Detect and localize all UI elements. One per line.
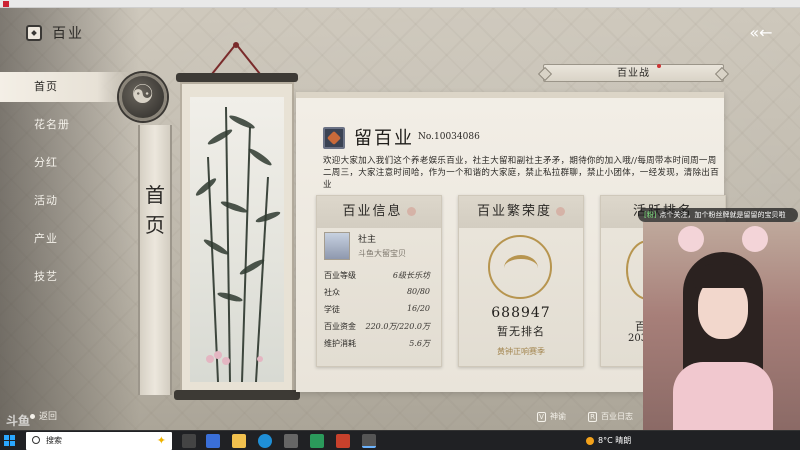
window-titlebar (0, 0, 800, 8)
leader-name: 斗鱼大留宝贝 (358, 249, 406, 258)
stat-row: 百业等级 6级长乐坊 (324, 270, 430, 284)
return-icon (30, 414, 35, 419)
back-button[interactable]: «← (748, 24, 774, 42)
notification-dot (657, 64, 661, 68)
edge-browser-icon[interactable] (258, 434, 272, 448)
banner-text: 点个关注，加个粉丝牌就是留留的宝贝啦 (659, 211, 786, 219)
keycap-v: V (537, 412, 546, 422)
task-view-icon[interactable] (182, 434, 196, 448)
webcam-clothing (673, 362, 773, 430)
sidebar-item-label: 活动 (34, 194, 58, 207)
prosperity-value: 688947 (491, 305, 551, 321)
sidebar-item-home[interactable]: 首页 (0, 72, 130, 102)
card-header: 百业信息 (317, 196, 441, 228)
tree-emblem-icon (488, 235, 552, 299)
sidebar-item-label: 分红 (34, 156, 58, 169)
file-explorer-icon[interactable] (232, 434, 246, 448)
guild-description: 欢迎大家加入我们这个养老娱乐百业，社主大留和副社主矛矛，期待你的加入哦//每周带… (323, 156, 720, 190)
guild-number: No.10034086 (418, 132, 480, 142)
avatar[interactable] (324, 232, 350, 260)
stream-watermark-logo: 斗鱼 (6, 414, 31, 428)
guild-menu-icon (26, 25, 42, 41)
stream-chat-banner: [粉] 点个关注，加个粉丝牌就是留留的宝贝啦 (638, 208, 798, 222)
streamer-webcam (643, 222, 800, 430)
stat-key: 社众 (324, 288, 340, 297)
temperature: 8°C (598, 436, 613, 445)
start-button[interactable] (4, 435, 16, 447)
guild-badge-icon (323, 127, 345, 149)
widgets-icon[interactable] (206, 434, 220, 448)
season-label: 黄钟正响赛季 (497, 347, 545, 356)
stat-value: 80/80 (406, 287, 430, 296)
stat-value: 6级长乐坊 (392, 271, 430, 280)
sidebar-item-activities[interactable]: 活动 (0, 186, 130, 216)
hint-oracle[interactable]: V 神谕 (537, 411, 566, 422)
app-triangle-icon[interactable] (310, 434, 324, 448)
sidebar-item-label: 首页 (34, 80, 58, 93)
app-active-game-icon[interactable] (362, 434, 376, 448)
guild-name: 留百业 (354, 128, 414, 149)
sidebar-item-dividends[interactable]: 分红 (0, 148, 130, 178)
double-chevron-left-icon: «← (749, 23, 773, 42)
stat-row: 维护消耗 5.6万 (324, 338, 430, 352)
stat-row: 百业资金 220.0万/220.0万 (324, 321, 430, 335)
prosperity-rank: 暂无排名 (497, 325, 545, 338)
webcam-bangs (693, 264, 753, 288)
app-game-icon[interactable] (336, 434, 350, 448)
stat-key: 百业等级 (324, 271, 356, 280)
sparkle-icon: ✦ (156, 434, 166, 447)
stat-row: 社众 80/80 (324, 287, 430, 301)
stat-row: 学徒 16/20 (324, 304, 430, 318)
stat-key: 百业资金 (324, 322, 356, 331)
scroll-hanger-icon (211, 42, 261, 75)
guild-war-label: 百业战 (617, 68, 650, 79)
sidebar-item-roster[interactable]: 花名册 (0, 110, 130, 140)
hint-guild-log[interactable]: R 百业日志 (588, 411, 633, 422)
sidebar-item-industry[interactable]: 产业 (0, 224, 130, 254)
scroll-top-rod (176, 73, 298, 82)
card-title: 百业繁荣度 (476, 204, 552, 219)
stat-key: 学徒 (324, 305, 340, 314)
page-title: 百业 (52, 26, 84, 42)
leader-label: 社主 (358, 235, 377, 245)
sidebar-item-label: 产业 (34, 232, 58, 245)
sidebar-item-skills[interactable]: 技艺 (0, 262, 130, 292)
bamboo-painting (190, 97, 284, 382)
vertical-plaque (138, 125, 172, 395)
stat-value: 5.6万 (409, 339, 430, 348)
return-button[interactable]: 返回 (30, 409, 57, 422)
taskbar-search[interactable]: 搜索 ✦ (26, 432, 172, 450)
guild-war-button[interactable]: 百业战 (543, 64, 724, 82)
windows-taskbar: 搜索 ✦ 8°C 晴朗 (0, 430, 800, 450)
settings-gear-icon[interactable] (284, 434, 298, 448)
scroll-bottom-rod (174, 390, 300, 400)
plaque-text: 首页 (145, 183, 165, 237)
stat-key: 维护消耗 (324, 339, 356, 348)
sidebar-item-label: 花名册 (34, 118, 70, 131)
weather-text: 晴朗 (615, 436, 632, 445)
guild-emblem-icon (119, 73, 167, 121)
banner-tag: [粉] (644, 211, 657, 219)
hint-label: 百业日志 (601, 412, 633, 421)
seal-icon (556, 207, 565, 216)
stat-value: 16/20 (406, 304, 430, 313)
sun-icon (586, 436, 594, 445)
seal-icon (406, 207, 416, 216)
game-window: 百业 «← 首页 花名册 分红 活动 产业 技艺 返回 斗鱼 首页 (0, 0, 800, 450)
webcam-headband (678, 226, 768, 260)
card-header: 百业繁荣度 (459, 196, 583, 228)
hint-label: 神谕 (550, 412, 566, 421)
sidebar-item-label: 技艺 (34, 270, 58, 283)
stat-value: 220.0万/220.0万 (365, 322, 431, 331)
app-icon (3, 1, 9, 7)
weather-widget[interactable]: 8°C 晴朗 (586, 435, 631, 446)
search-icon (32, 436, 40, 444)
card-title: 百业信息 (342, 204, 403, 219)
search-placeholder: 搜索 (46, 436, 62, 445)
keycap-r: R (588, 412, 597, 422)
bamboo-illustration (195, 106, 281, 382)
return-label: 返回 (39, 412, 58, 422)
